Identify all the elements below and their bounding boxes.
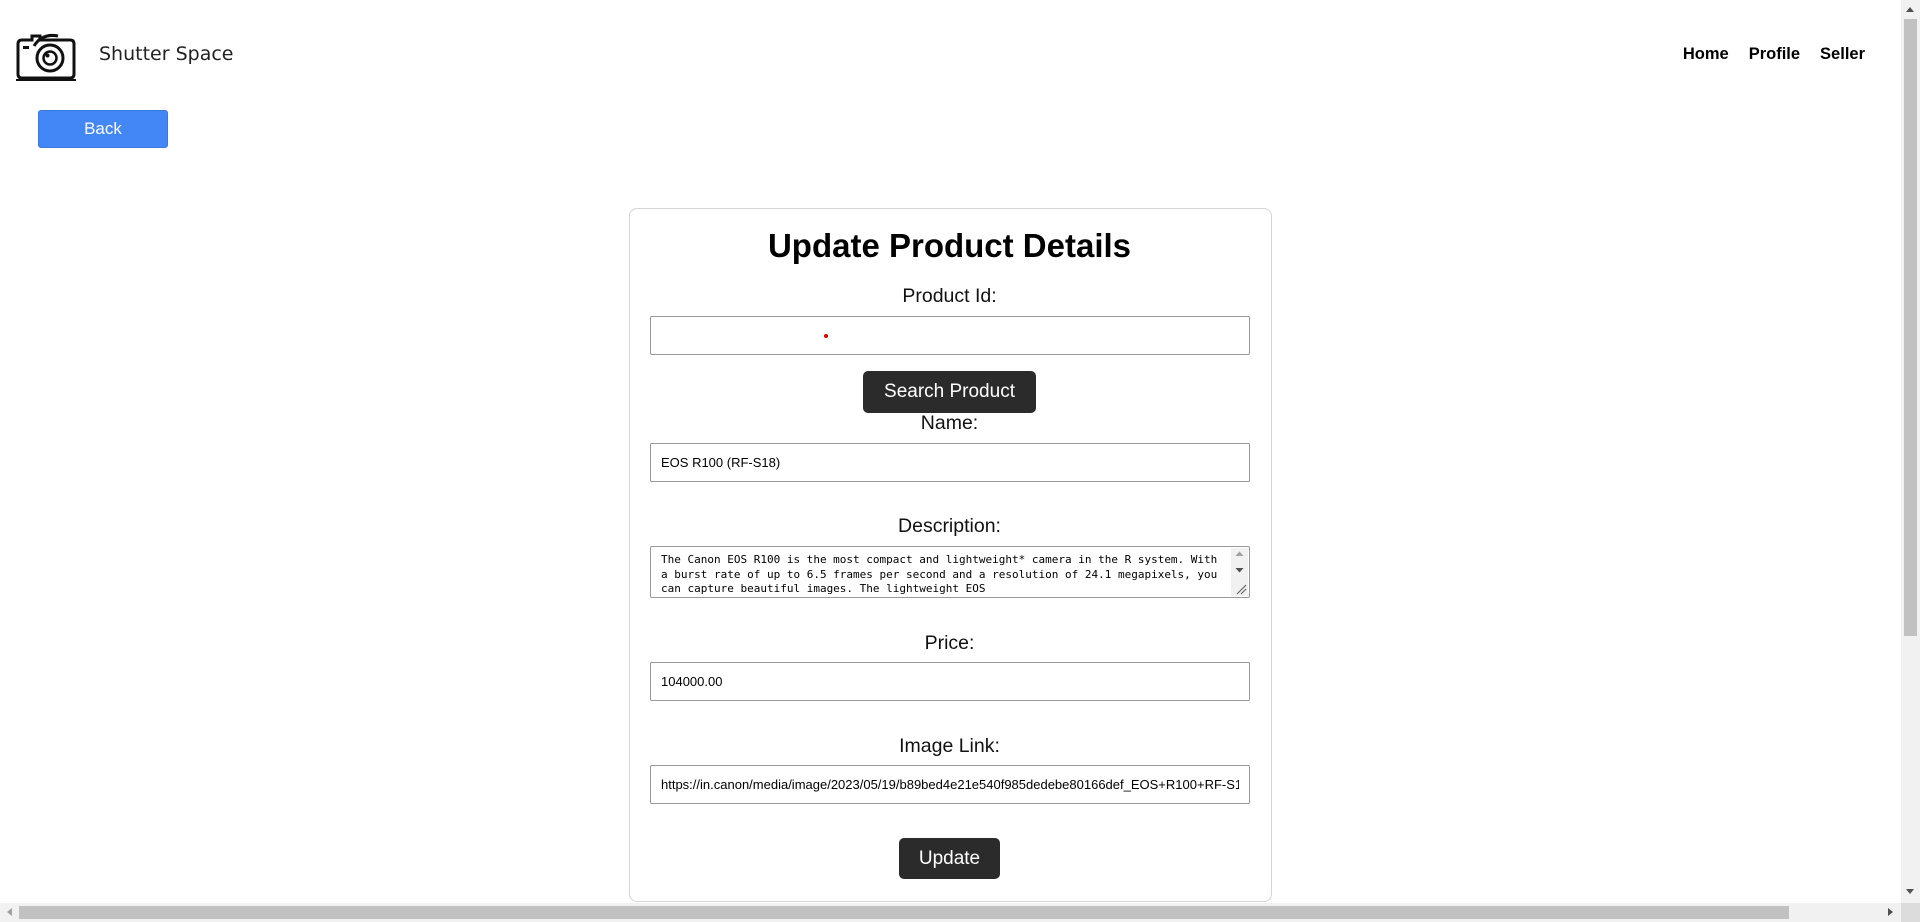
description-scrollbar[interactable] (1231, 548, 1248, 596)
page-vertical-scrollbar[interactable] (1901, 0, 1920, 903)
page-title: Update Product Details (767, 227, 1132, 264)
scroll-left-arrow-icon[interactable] (7, 908, 12, 916)
nav-home-link[interactable]: Home (1683, 45, 1729, 64)
scroll-up-arrow-icon[interactable] (1906, 7, 1914, 12)
back-button[interactable]: Back (38, 110, 168, 148)
vertical-scroll-thumb[interactable] (1904, 19, 1917, 636)
cursor-marker (824, 334, 828, 338)
image-link-input[interactable] (650, 765, 1250, 804)
name-input[interactable] (650, 443, 1250, 482)
image-link-label: Image Link: (899, 735, 1000, 757)
nav-profile-link[interactable]: Profile (1749, 45, 1800, 64)
page-horizontal-scrollbar[interactable] (0, 903, 1901, 922)
page: Shutter Space Home Profile Seller Back U… (0, 0, 1920, 922)
scrollbar-corner (1901, 903, 1920, 922)
scroll-down-arrow-icon[interactable] (1906, 889, 1914, 894)
horizontal-scroll-thumb[interactable] (19, 906, 1789, 919)
name-label: Name: (920, 412, 979, 434)
nav-seller-link[interactable]: Seller (1820, 45, 1865, 64)
scroll-right-arrow-icon[interactable] (1888, 908, 1893, 916)
camera-logo-icon[interactable] (14, 28, 78, 82)
price-input[interactable] (650, 662, 1250, 701)
brand-name: Shutter Space (99, 43, 234, 65)
price-label: Price: (924, 632, 975, 654)
update-button[interactable]: Update (899, 838, 1000, 879)
description-textarea[interactable]: The Canon EOS R100 is the most compact a… (650, 546, 1250, 598)
search-product-button[interactable]: Search Product (863, 371, 1036, 413)
product-id-label: Product Id: (902, 285, 997, 307)
product-id-input[interactable] (650, 316, 1250, 355)
description-label: Description: (898, 515, 1001, 537)
top-nav: Home Profile Seller (1683, 45, 1865, 64)
